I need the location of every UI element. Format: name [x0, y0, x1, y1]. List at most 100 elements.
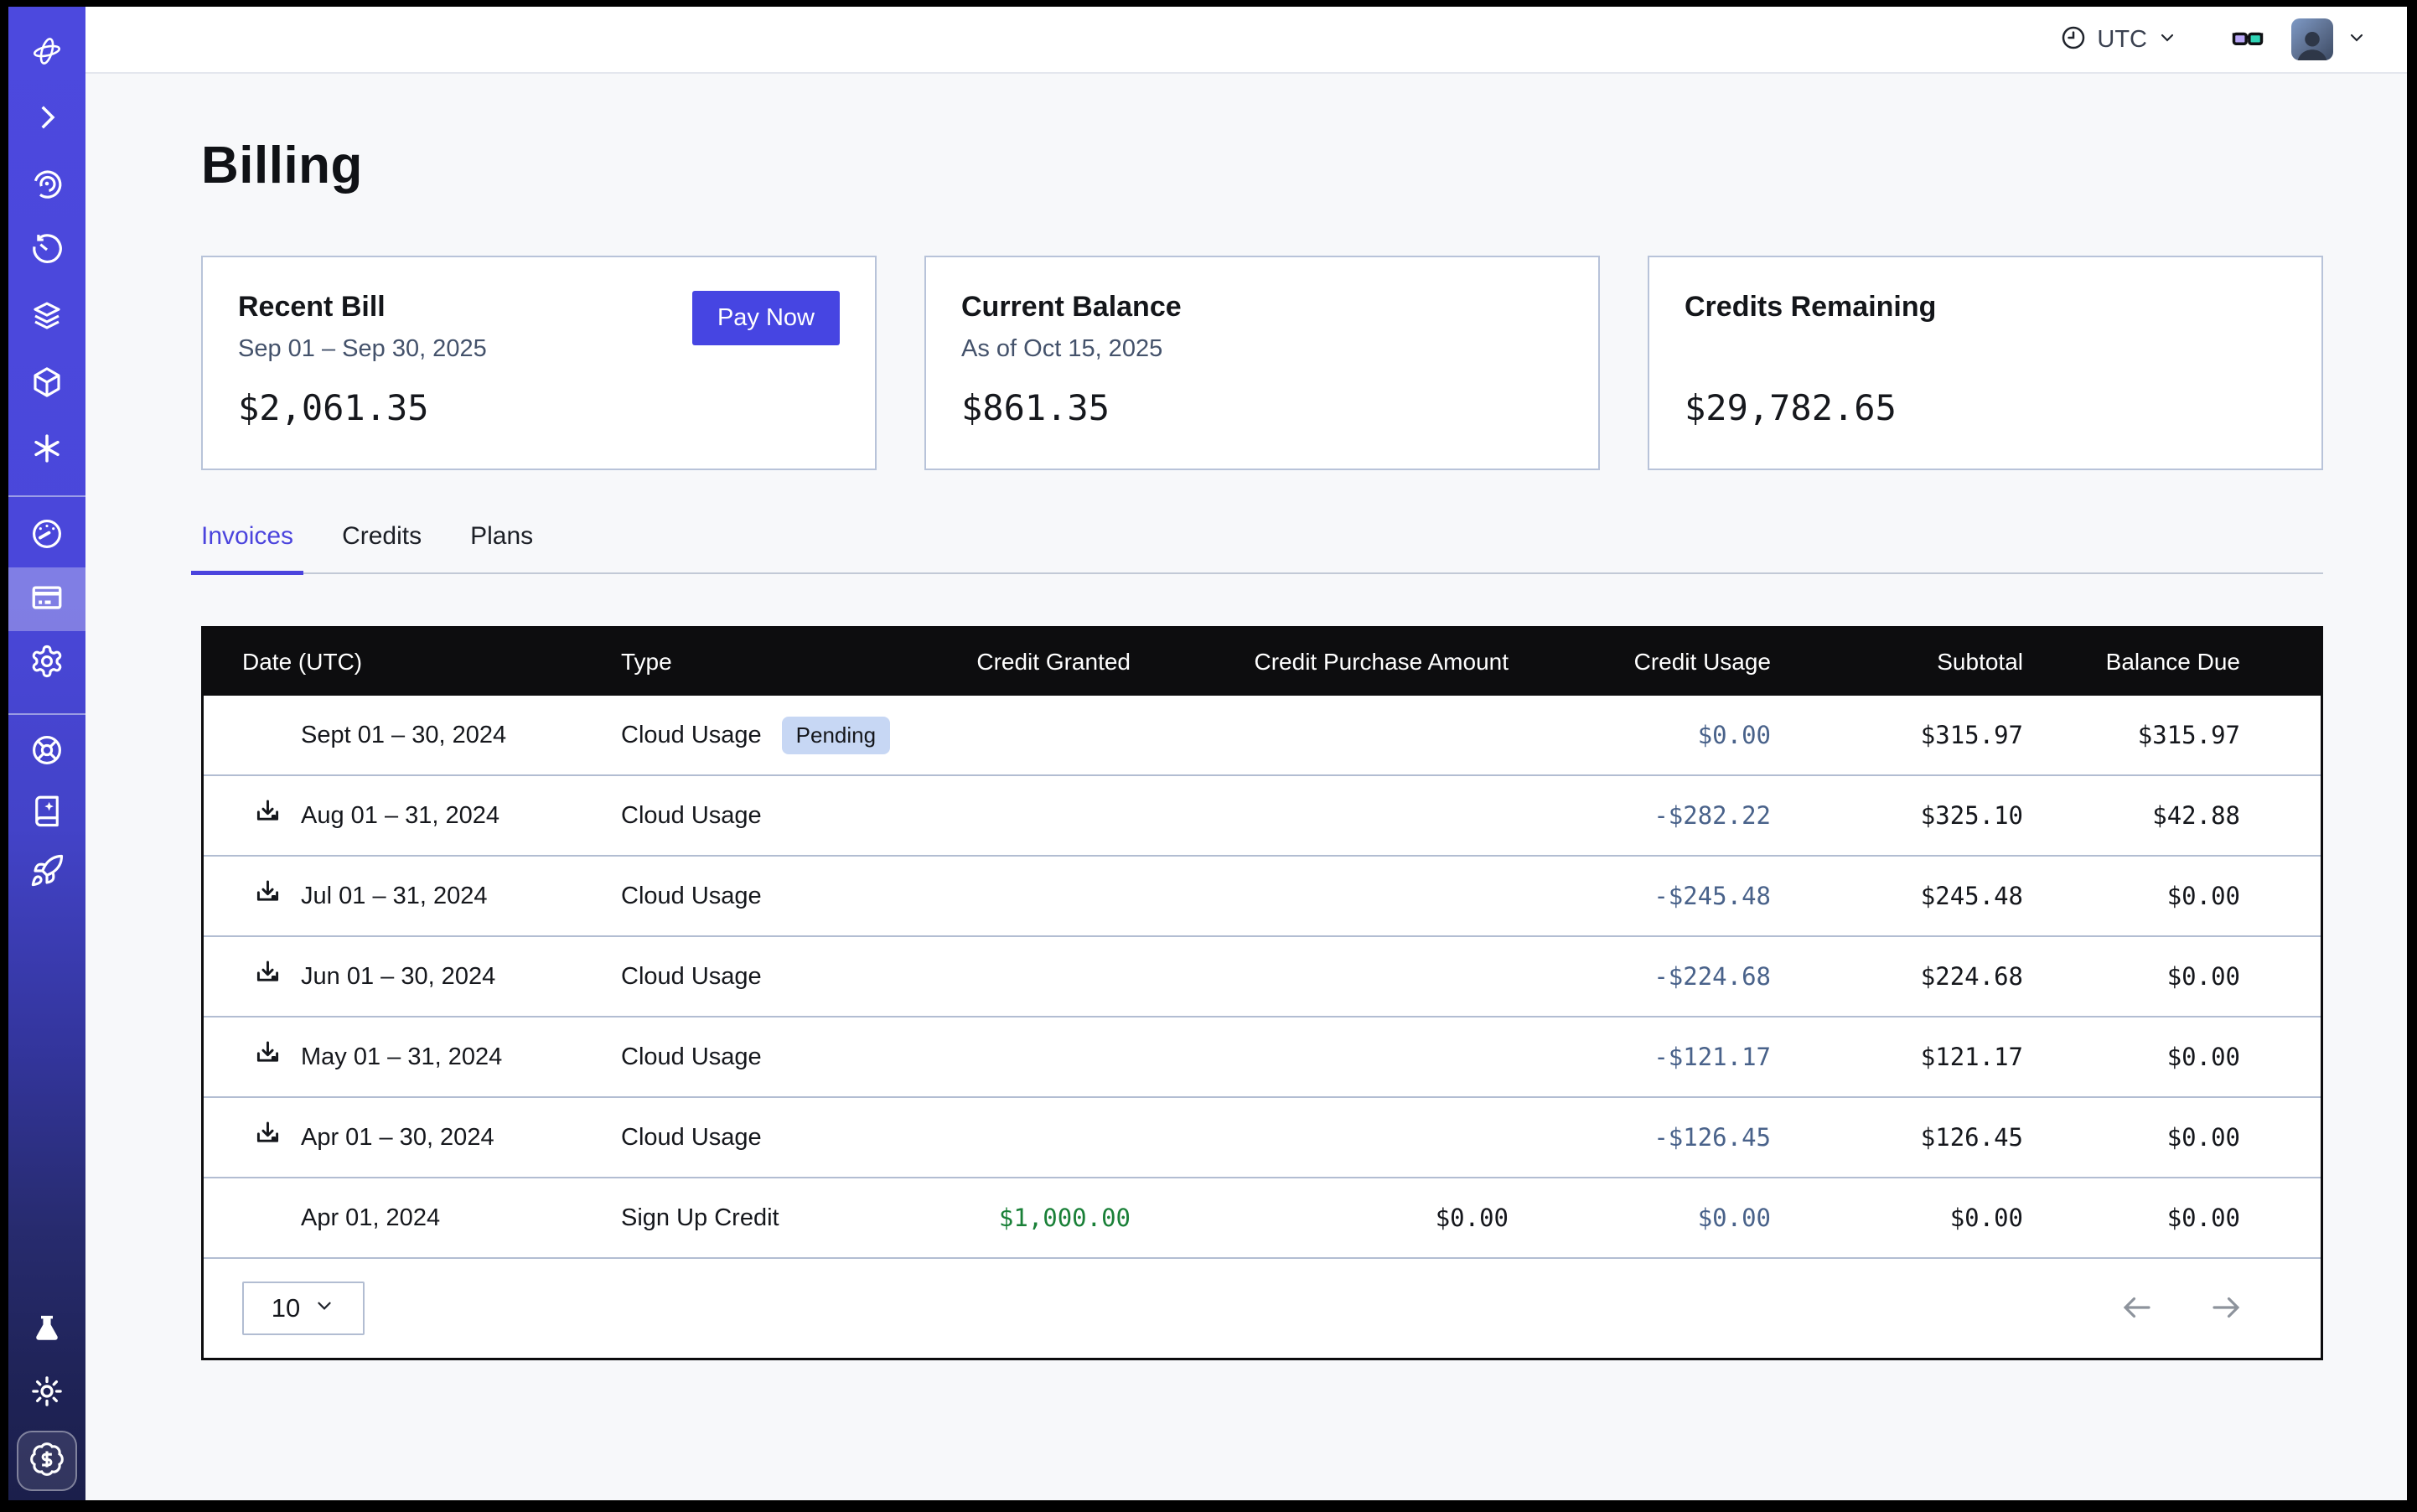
table-footer: 10 — [204, 1259, 2321, 1358]
row-type-label: Cloud Usage — [621, 883, 762, 910]
sidebar-item-getting-started[interactable] — [8, 842, 85, 903]
download-invoice-button[interactable] — [242, 958, 301, 996]
sidebar — [8, 7, 85, 1500]
download-icon — [242, 797, 283, 835]
chevron-down-icon — [313, 1293, 335, 1323]
logo — [29, 34, 65, 73]
card-subtitle: Sep 01 – Sep 30, 2025 — [238, 335, 487, 365]
sidebar-item-usage[interactable] — [8, 504, 85, 567]
cube-icon — [29, 365, 65, 404]
row-type-label: Cloud Usage — [621, 722, 762, 749]
arrow-right-icon — [2208, 1290, 2244, 1328]
sidebar-item-layers[interactable] — [8, 291, 85, 344]
sidebar-item-settings[interactable] — [8, 631, 85, 695]
page-size-select[interactable]: 10 — [242, 1282, 365, 1335]
tab-credits[interactable]: Credits — [342, 522, 422, 572]
sidebar-item-sessions[interactable] — [8, 225, 85, 278]
row-date-label: Apr 01 – 30, 2024 — [301, 1124, 494, 1152]
sun-icon — [29, 1374, 65, 1413]
invoices-table: Date (UTC) Type Credit Granted Credit Pu… — [201, 626, 2323, 1360]
download-icon — [242, 1119, 283, 1157]
sidebar-divider — [8, 495, 85, 497]
next-page-button[interactable] — [2208, 1290, 2244, 1328]
theme-toggle[interactable] — [8, 1366, 85, 1420]
recent-bill-card: Recent Bill Sep 01 – Sep 30, 2025 Pay No… — [201, 256, 877, 470]
arrow-left-icon — [2119, 1290, 2155, 1328]
credits-button[interactable] — [17, 1431, 77, 1491]
sidebar-item-labs[interactable] — [8, 1304, 85, 1358]
cell-credit-granted: $1,000.00 — [929, 1204, 1131, 1232]
card-amount: $861.35 — [961, 387, 1563, 428]
flask-icon — [29, 1312, 65, 1351]
layers-icon — [29, 298, 65, 338]
col-credit-usage: Credit Usage — [1509, 649, 1771, 676]
cell-balance-due: $0.00 — [2023, 1043, 2240, 1071]
card-subtitle — [1685, 335, 1936, 365]
table-row: Sept 01 – 30, 2024 Cloud Usage Pending $… — [204, 696, 2321, 776]
account-menu[interactable] — [2291, 18, 2367, 60]
cell-balance-due: $0.00 — [2023, 1204, 2240, 1232]
sidebar-item-home[interactable] — [8, 26, 85, 80]
col-subtotal: Subtotal — [1771, 649, 2023, 676]
row-type-label: Cloud Usage — [621, 1043, 762, 1071]
row-date-label: Jun 01 – 30, 2024 — [301, 963, 495, 991]
sidebar-divider — [8, 713, 85, 715]
card-title: Credits Remaining — [1685, 291, 1936, 324]
cell-credit-usage: $0.00 — [1509, 1204, 1771, 1232]
sidebar-collapse-toggle[interactable] — [8, 92, 85, 146]
current-balance-card: Current Balance As of Oct 15, 2025 $861.… — [924, 256, 1600, 470]
table-row: Jul 01 – 31, 2024 Cloud Usage -$245.48 $… — [204, 857, 2321, 937]
billing-tabs: Invoices Credits Plans — [201, 522, 2323, 574]
download-invoice-button[interactable] — [242, 1038, 301, 1076]
invoice-rows: Sept 01 – 30, 2024 Cloud Usage Pending $… — [204, 696, 2321, 1259]
cell-balance-due: $0.00 — [2023, 1123, 2240, 1152]
cell-balance-due: $0.00 — [2023, 882, 2240, 910]
col-type: Type — [621, 649, 929, 676]
cell-balance-due: $0.00 — [2023, 962, 2240, 991]
avatar — [2291, 18, 2333, 60]
card-title: Recent Bill — [238, 291, 487, 324]
docs-book-icon — [29, 793, 65, 832]
cell-credit-usage: -$126.45 — [1509, 1123, 1771, 1152]
sidebar-item-support[interactable] — [8, 722, 85, 782]
table-row: Aug 01 – 31, 2024 Cloud Usage -$282.22 $… — [204, 776, 2321, 857]
download-invoice-button[interactable] — [242, 878, 301, 915]
credits-remaining-card: Credits Remaining $29,782.65 — [1648, 256, 2323, 470]
download-icon — [242, 1038, 283, 1076]
sidebar-item-billing[interactable] — [8, 567, 85, 631]
page-size-value: 10 — [272, 1293, 300, 1323]
cell-credit-purchase: $0.00 — [1131, 1204, 1509, 1232]
card-title: Current Balance — [961, 291, 1182, 324]
vision-icon — [29, 166, 65, 205]
rocket-icon — [29, 853, 65, 893]
tab-invoices[interactable]: Invoices — [201, 522, 293, 572]
table-row: Apr 01 – 30, 2024 Cloud Usage -$126.45 $… — [204, 1098, 2321, 1178]
download-icon — [242, 958, 283, 996]
timer-icon — [29, 232, 65, 272]
card-subtitle: As of Oct 15, 2025 — [961, 335, 1182, 365]
pay-now-button[interactable]: Pay Now — [692, 291, 840, 345]
sidebar-spacer — [8, 903, 85, 1296]
row-date-label: Jul 01 – 31, 2024 — [301, 883, 488, 910]
reader-mode-button[interactable] — [2229, 20, 2266, 60]
sidebar-item-docs[interactable] — [8, 782, 85, 842]
download-invoice-button[interactable] — [242, 1119, 301, 1157]
sidebar-item-inference[interactable] — [8, 423, 85, 477]
download-icon — [242, 878, 283, 915]
tab-plans[interactable]: Plans — [470, 522, 533, 572]
wheel-icon — [29, 733, 65, 772]
card-amount: $29,782.65 — [1685, 387, 2286, 428]
sidebar-item-observe[interactable] — [8, 158, 85, 212]
cell-balance-due: $42.88 — [2023, 801, 2240, 830]
prev-page-button[interactable] — [2119, 1290, 2155, 1328]
row-type-label: Sign Up Credit — [621, 1204, 779, 1232]
cell-subtotal: $224.68 — [1771, 962, 2023, 991]
col-date: Date (UTC) — [242, 649, 621, 676]
row-date-label: Apr 01, 2024 — [301, 1204, 440, 1232]
topbar: UTC — [85, 7, 2407, 74]
download-invoice-button[interactable] — [242, 797, 301, 835]
timezone-selector[interactable]: UTC — [2060, 24, 2177, 55]
cell-credit-usage: -$282.22 — [1509, 801, 1771, 830]
cell-credit-usage: -$224.68 — [1509, 962, 1771, 991]
sidebar-item-deployments[interactable] — [8, 357, 85, 411]
